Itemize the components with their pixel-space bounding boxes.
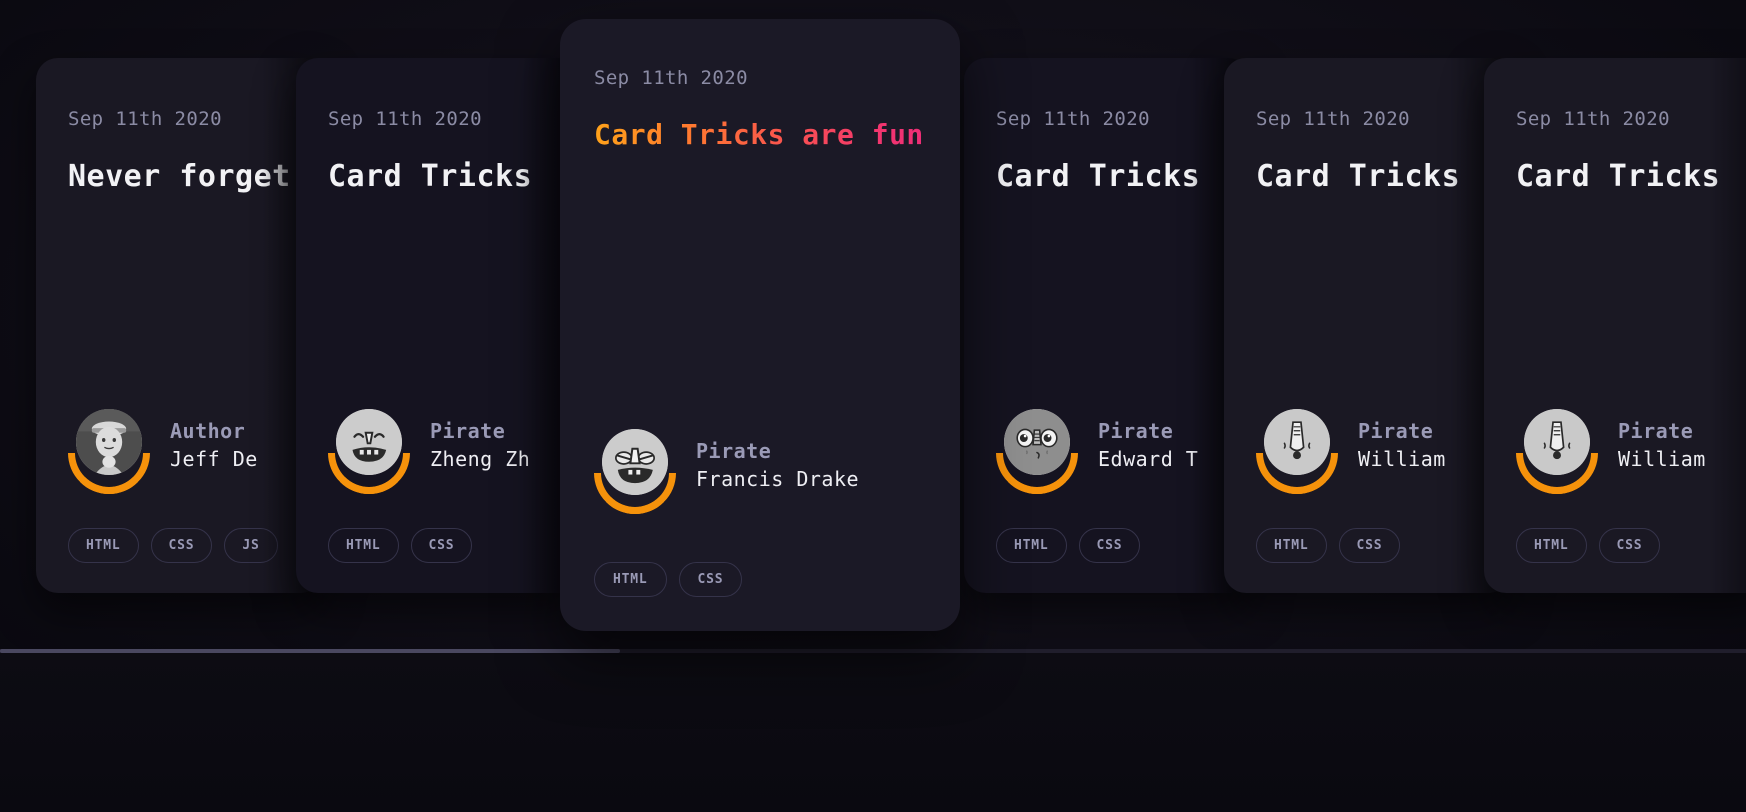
tag-css[interactable]: CSS	[678, 562, 743, 597]
card-date: Sep 11th 2020	[996, 107, 1150, 130]
page-lower-area	[0, 653, 1746, 812]
card-tags: HTML CSS	[1256, 527, 1478, 563]
tag-css[interactable]: CSS	[1338, 527, 1401, 563]
card-author: Pirate Zheng Zh	[311, 394, 550, 511]
card-title: Card Tricks	[996, 158, 1201, 194]
card-tags: HTML CSS	[594, 562, 926, 597]
tag-html[interactable]: HTML	[1516, 527, 1587, 563]
author-name: Francis Drake	[696, 467, 860, 491]
card-author: Pirate William	[1239, 394, 1478, 511]
tag-html[interactable]: HTML	[328, 527, 399, 563]
tag-css[interactable]: CSS	[1078, 527, 1141, 563]
card-spacer	[1256, 194, 1478, 404]
card-author: Pirate Francis Drake	[577, 415, 926, 531]
card-title: Card Tricks	[1256, 158, 1461, 194]
tag-css[interactable]: CSS	[410, 527, 473, 563]
photo-avatar-icon	[76, 408, 142, 475]
card-spacer	[1516, 194, 1738, 404]
author-role: Author	[170, 418, 246, 443]
author-role: Pirate	[1358, 418, 1434, 443]
card-date: Sep 11th 2020	[68, 107, 222, 130]
pirate-face-long-nose-icon	[1264, 408, 1330, 475]
pirate-face-long-nose-icon	[1524, 408, 1590, 475]
card[interactable]: Sep 11th 2020 Card Tricks are fun! Pirate F…	[560, 19, 960, 631]
card-date: Sep 11th 2020	[1516, 107, 1670, 130]
card-tags: HTML CSS JS	[68, 527, 290, 563]
author-meta: Pirate Edward T	[1098, 419, 1198, 471]
card-rail[interactable]: Sep 11th 2020 Never forget Author Jeff De HT…	[0, 0, 1746, 650]
author-name: Jeff De	[170, 446, 258, 471]
card-author: Pirate Edward T	[979, 394, 1218, 511]
author-meta: Pirate Zheng Zh	[430, 419, 530, 471]
pirate-face-grin-icon	[336, 408, 402, 475]
pirate-face-smirk-icon	[602, 429, 668, 495]
card-author: Author Jeff De	[51, 394, 290, 511]
pirate-face-wide-eyes-icon	[1004, 408, 1070, 475]
card-tags: HTML CSS	[1516, 527, 1738, 563]
card-date: Sep 11th 2020	[594, 67, 748, 89]
card[interactable]: Sep 11th 2020 Card Tricks Pirate Zheng Zh HT…	[296, 57, 582, 593]
card-title: Never forget	[68, 158, 291, 194]
card[interactable]: Sep 11th 2020 Card Tricks Pirate William HTM…	[1484, 57, 1746, 593]
author-meta: Pirate William	[1358, 419, 1446, 471]
card-spacer	[996, 194, 1218, 404]
tag-js[interactable]: JS	[224, 527, 278, 563]
card-title: Card Tricks	[328, 158, 533, 194]
author-meta: Author Jeff De	[170, 419, 258, 471]
card-spacer	[594, 151, 926, 424]
card-date: Sep 11th 2020	[328, 107, 482, 130]
author-name: Zheng Zh	[430, 446, 531, 471]
card-title: Card Tricks	[1516, 158, 1721, 194]
author-role: Pirate	[1098, 418, 1174, 443]
card-author: Pirate William	[1499, 394, 1738, 511]
tag-html[interactable]: HTML	[1256, 527, 1327, 563]
author-role: Pirate	[430, 418, 506, 443]
card[interactable]: Sep 11th 2020 Card Tricks Pirate William HTM…	[1224, 57, 1510, 593]
card[interactable]: Sep 11th 2020 Card Tricks Pirate Edward T HT…	[964, 57, 1250, 593]
card-title: Card Tricks are fun!	[594, 118, 942, 151]
card-date: Sep 11th 2020	[1256, 107, 1410, 130]
tag-html[interactable]: HTML	[996, 527, 1067, 563]
author-meta: Pirate Francis Drake	[696, 439, 859, 491]
avatar	[577, 415, 693, 531]
card-spacer	[68, 194, 290, 404]
avatar	[311, 394, 427, 511]
card-carousel-page: Sep 11th 2020 Never forget Author Jeff De HT…	[0, 0, 1746, 812]
tag-html[interactable]: HTML	[594, 562, 667, 597]
tag-html[interactable]: HTML	[68, 527, 139, 563]
card-tags: HTML CSS	[996, 527, 1218, 563]
avatar	[1239, 394, 1355, 511]
author-role: Pirate	[696, 439, 772, 463]
avatar	[979, 394, 1095, 511]
avatar	[51, 394, 167, 511]
card-spacer	[328, 194, 550, 404]
author-name: William	[1618, 446, 1706, 471]
card-tags: HTML CSS	[328, 527, 550, 563]
author-name: William	[1358, 446, 1446, 471]
tag-css[interactable]: CSS	[150, 527, 213, 563]
avatar	[1499, 394, 1615, 511]
tag-css[interactable]: CSS	[1598, 527, 1661, 563]
author-meta: Pirate William	[1618, 419, 1706, 471]
author-name: Edward T	[1098, 446, 1199, 471]
author-role: Pirate	[1618, 418, 1694, 443]
card[interactable]: Sep 11th 2020 Never forget Author Jeff De HT…	[36, 57, 322, 593]
